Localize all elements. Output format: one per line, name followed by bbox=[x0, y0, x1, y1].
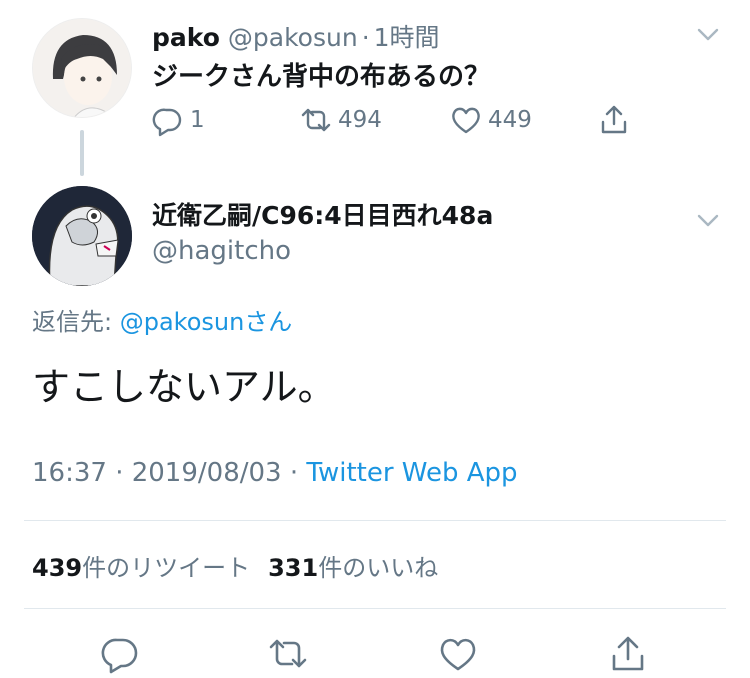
like-icon[interactable] bbox=[438, 634, 478, 674]
share-button[interactable] bbox=[598, 104, 636, 136]
author-display-name[interactable]: 近衛乙嗣/C96:4日目西れ48a bbox=[152, 196, 493, 232]
parent-tweet-header: pako @pakosun · 1時間 bbox=[152, 18, 440, 54]
retweets-label: 件のリツイート bbox=[82, 554, 251, 582]
likes-stat[interactable]: 331件のいいね bbox=[268, 554, 438, 582]
like-button[interactable]: 449 bbox=[450, 104, 532, 136]
retweets-stat[interactable]: 439件のリツイート bbox=[32, 554, 250, 582]
parent-action-bar: 1 494 449 bbox=[0, 104, 750, 144]
retweet-button[interactable]: 494 bbox=[300, 104, 382, 136]
divider bbox=[24, 520, 726, 521]
separator-dot: · bbox=[361, 23, 370, 52]
reply-icon bbox=[152, 108, 182, 137]
divider bbox=[24, 608, 726, 609]
tweet-timestamp[interactable]: 16:37 · 2019/08/03 · bbox=[32, 458, 306, 488]
parent-tweet-text: ジークさん背中の布あるの？ bbox=[152, 62, 491, 92]
parent-avatar[interactable] bbox=[32, 18, 132, 118]
retweet-count: 494 bbox=[338, 107, 382, 133]
likes-label: 件のいいね bbox=[318, 554, 439, 582]
reply-button[interactable]: 1 bbox=[152, 104, 205, 137]
reply-icon[interactable] bbox=[100, 634, 140, 674]
share-icon bbox=[601, 105, 627, 134]
tweet-metadata: 16:37 · 2019/08/03 · Twitter Web App bbox=[32, 458, 518, 488]
reply-count: 1 bbox=[190, 107, 205, 133]
parent-display-name[interactable]: pako bbox=[152, 23, 220, 52]
reply-context: 返信先: @pakosunさん bbox=[32, 302, 292, 337]
chevron-down-icon[interactable] bbox=[694, 20, 722, 48]
reply-label: 返信先: bbox=[32, 308, 120, 336]
like-icon bbox=[452, 107, 480, 134]
author-handle[interactable]: @hagitcho bbox=[152, 236, 291, 266]
retweets-number: 439 bbox=[32, 554, 83, 582]
author-avatar[interactable] bbox=[32, 186, 132, 286]
reply-mention-link[interactable]: @pakosunさん bbox=[120, 308, 293, 336]
tweet-stats: 439件のリツイート 331件のいいね bbox=[32, 548, 438, 583]
tweet-source-link[interactable]: Twitter Web App bbox=[306, 458, 517, 488]
parent-handle[interactable]: @pakosun bbox=[228, 23, 358, 52]
parent-timestamp[interactable]: 1時間 bbox=[374, 23, 440, 52]
retweet-icon bbox=[301, 108, 331, 132]
main-tweet-text: すこしないアル。 bbox=[32, 365, 336, 409]
chevron-down-icon[interactable] bbox=[694, 206, 722, 234]
like-count: 449 bbox=[488, 107, 532, 133]
retweet-icon[interactable] bbox=[268, 634, 308, 674]
likes-number: 331 bbox=[268, 554, 319, 582]
share-icon[interactable] bbox=[608, 634, 648, 674]
